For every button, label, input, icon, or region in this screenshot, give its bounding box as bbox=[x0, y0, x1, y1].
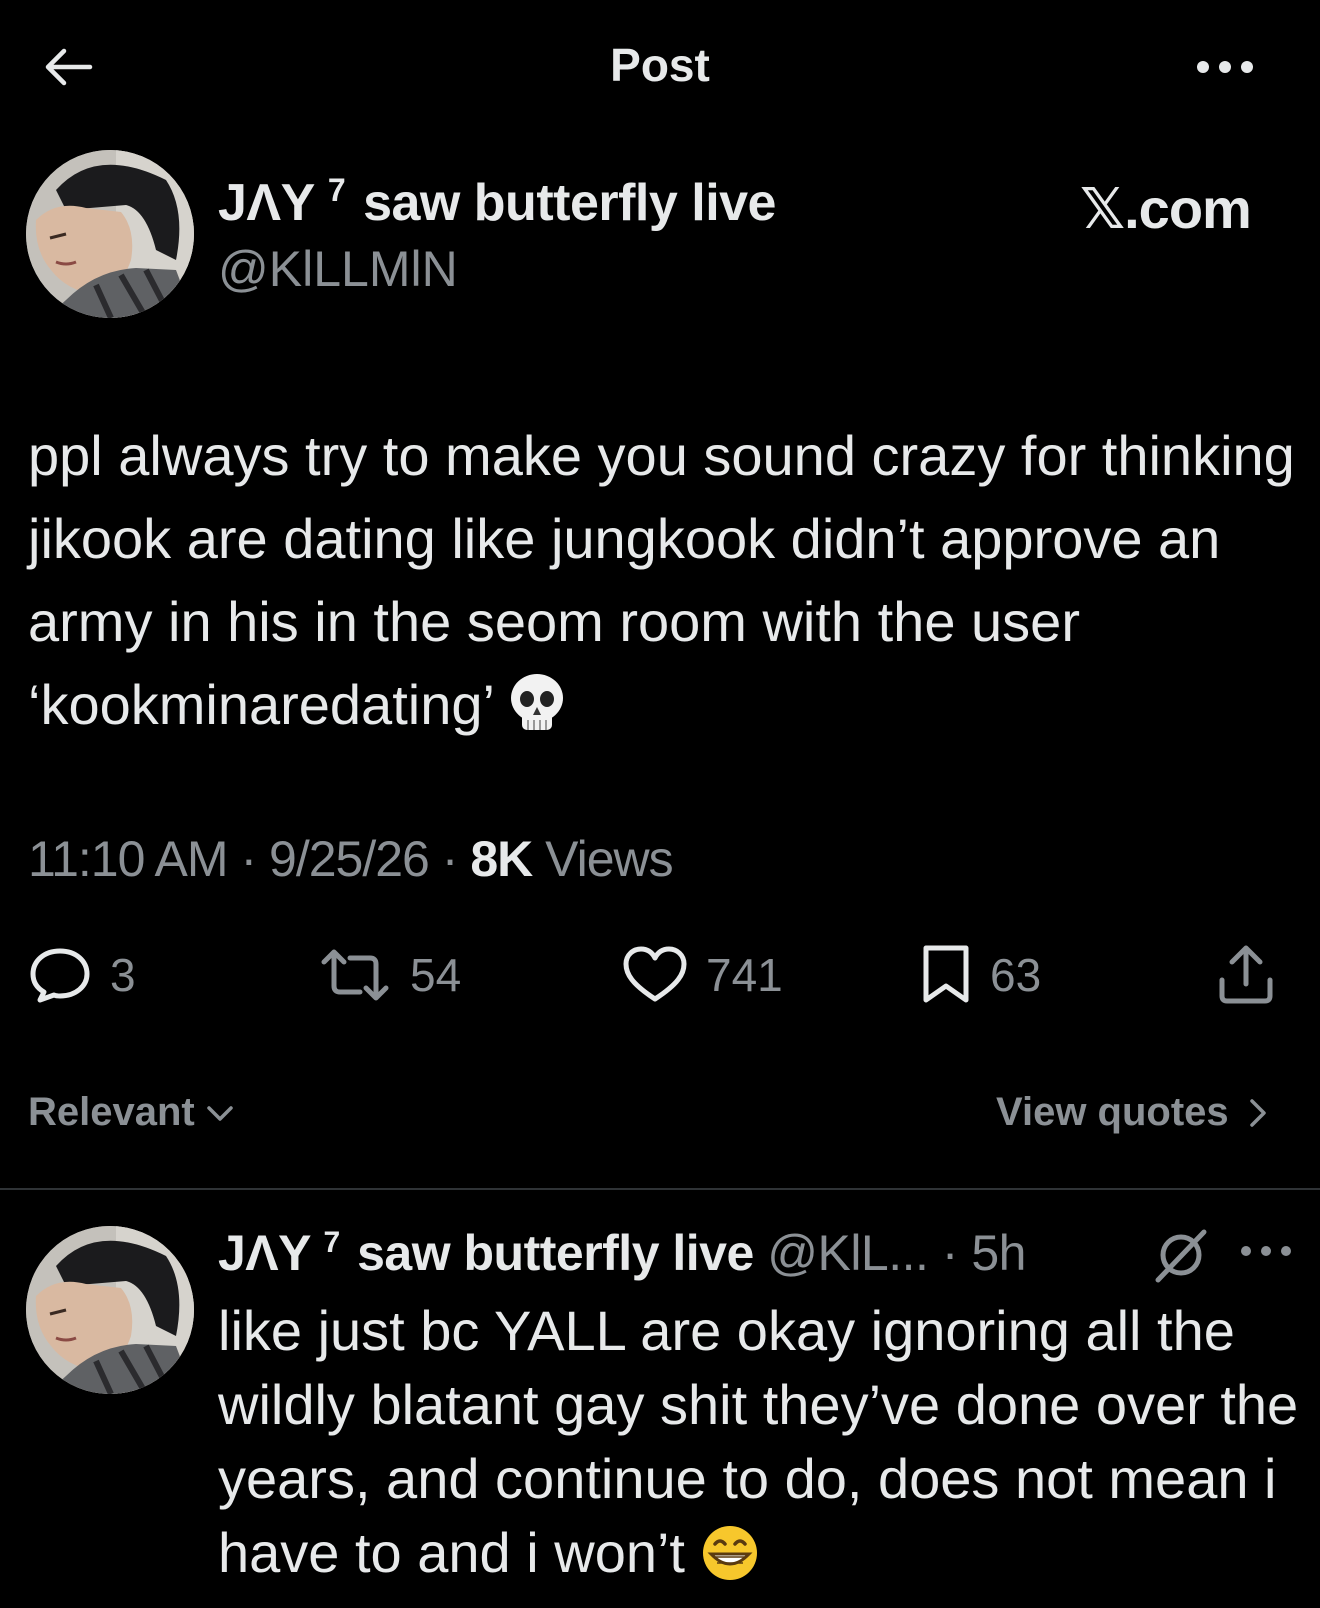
ellipsis-icon bbox=[1241, 1246, 1291, 1256]
share-button[interactable] bbox=[1216, 940, 1276, 1010]
reply-author-superscript: 7 bbox=[323, 1226, 341, 1259]
grok-button[interactable] bbox=[1150, 1226, 1212, 1289]
avatar[interactable] bbox=[26, 150, 194, 318]
share-icon bbox=[1219, 945, 1273, 1004]
chevron-down-icon bbox=[207, 1105, 233, 1121]
reply-text: like just bc YALL are okay ignoring all … bbox=[218, 1294, 1308, 1600]
bookmark-count: 63 bbox=[990, 949, 1042, 1001]
reply-handle-time[interactable]: @KlL... · 5h bbox=[767, 1225, 1026, 1281]
meta-separator: · bbox=[441, 831, 459, 887]
view-quotes-link[interactable]: View quotes bbox=[996, 1090, 1273, 1135]
bookmark-button[interactable]: 63 bbox=[920, 940, 1041, 1010]
divider bbox=[0, 1188, 1320, 1190]
heart-icon bbox=[623, 946, 687, 1002]
repost-icon bbox=[321, 949, 389, 1001]
reply-icon bbox=[30, 948, 90, 1003]
ellipsis-icon bbox=[1197, 61, 1253, 73]
chevron-right-icon bbox=[1249, 1098, 1266, 1127]
post-meta: 11:10 AM · 9/25/26 · 8K Views bbox=[28, 830, 674, 888]
like-count: 741 bbox=[706, 949, 783, 1001]
view-quotes-label: View quotes bbox=[996, 1090, 1229, 1134]
views-count: 8K bbox=[470, 831, 533, 887]
author-name-rest: saw butterfly live bbox=[363, 174, 776, 233]
author-name-main: JΛY bbox=[218, 174, 314, 233]
meta-separator: · bbox=[240, 831, 257, 887]
bookmark-icon bbox=[923, 945, 969, 1003]
repost-button[interactable]: 54 bbox=[318, 940, 461, 1010]
reply-author-name-main: JΛY bbox=[218, 1225, 311, 1281]
more-options-button[interactable] bbox=[1190, 52, 1260, 82]
post-date: 9/25/26 bbox=[269, 831, 430, 887]
avatar-image bbox=[26, 150, 194, 318]
views-label: Views bbox=[545, 831, 673, 887]
sort-label: Relevant bbox=[28, 1090, 195, 1134]
page-title: Post bbox=[610, 39, 710, 91]
author-name-superscript: 7 bbox=[327, 172, 346, 208]
avatar-image bbox=[26, 1226, 194, 1394]
tweet-text-body: ppl always try to make you sound crazy f… bbox=[28, 424, 1295, 736]
reply-header: JΛY 7 saw butterfly live @KlL... · 5h bbox=[218, 1224, 1026, 1282]
reply-more-button[interactable] bbox=[1240, 1244, 1292, 1262]
grok-icon bbox=[1155, 1229, 1207, 1283]
reply-count: 3 bbox=[110, 949, 136, 1001]
sort-dropdown[interactable]: Relevant bbox=[28, 1090, 237, 1135]
reply-button[interactable]: 3 bbox=[28, 940, 136, 1010]
reply-author-name-rest: saw butterfly live bbox=[357, 1225, 754, 1281]
like-button[interactable]: 741 bbox=[622, 940, 783, 1010]
author-handle[interactable]: @KlLLMlN bbox=[218, 240, 458, 298]
author-name[interactable]: JΛY 7 saw butterfly live bbox=[218, 172, 776, 233]
reply-author-name[interactable]: JΛY 7 saw butterfly live bbox=[218, 1225, 767, 1281]
source-label: 𝕏.com bbox=[1080, 177, 1252, 240]
skull-emoji-icon bbox=[508, 672, 566, 756]
reply-avatar[interactable] bbox=[26, 1226, 194, 1394]
grinning-emoji-icon bbox=[701, 1524, 759, 1600]
repost-count: 54 bbox=[410, 949, 462, 1001]
tweet-text: ppl always try to make you sound crazy f… bbox=[28, 414, 1298, 756]
post-time: 11:10 AM bbox=[28, 831, 229, 887]
